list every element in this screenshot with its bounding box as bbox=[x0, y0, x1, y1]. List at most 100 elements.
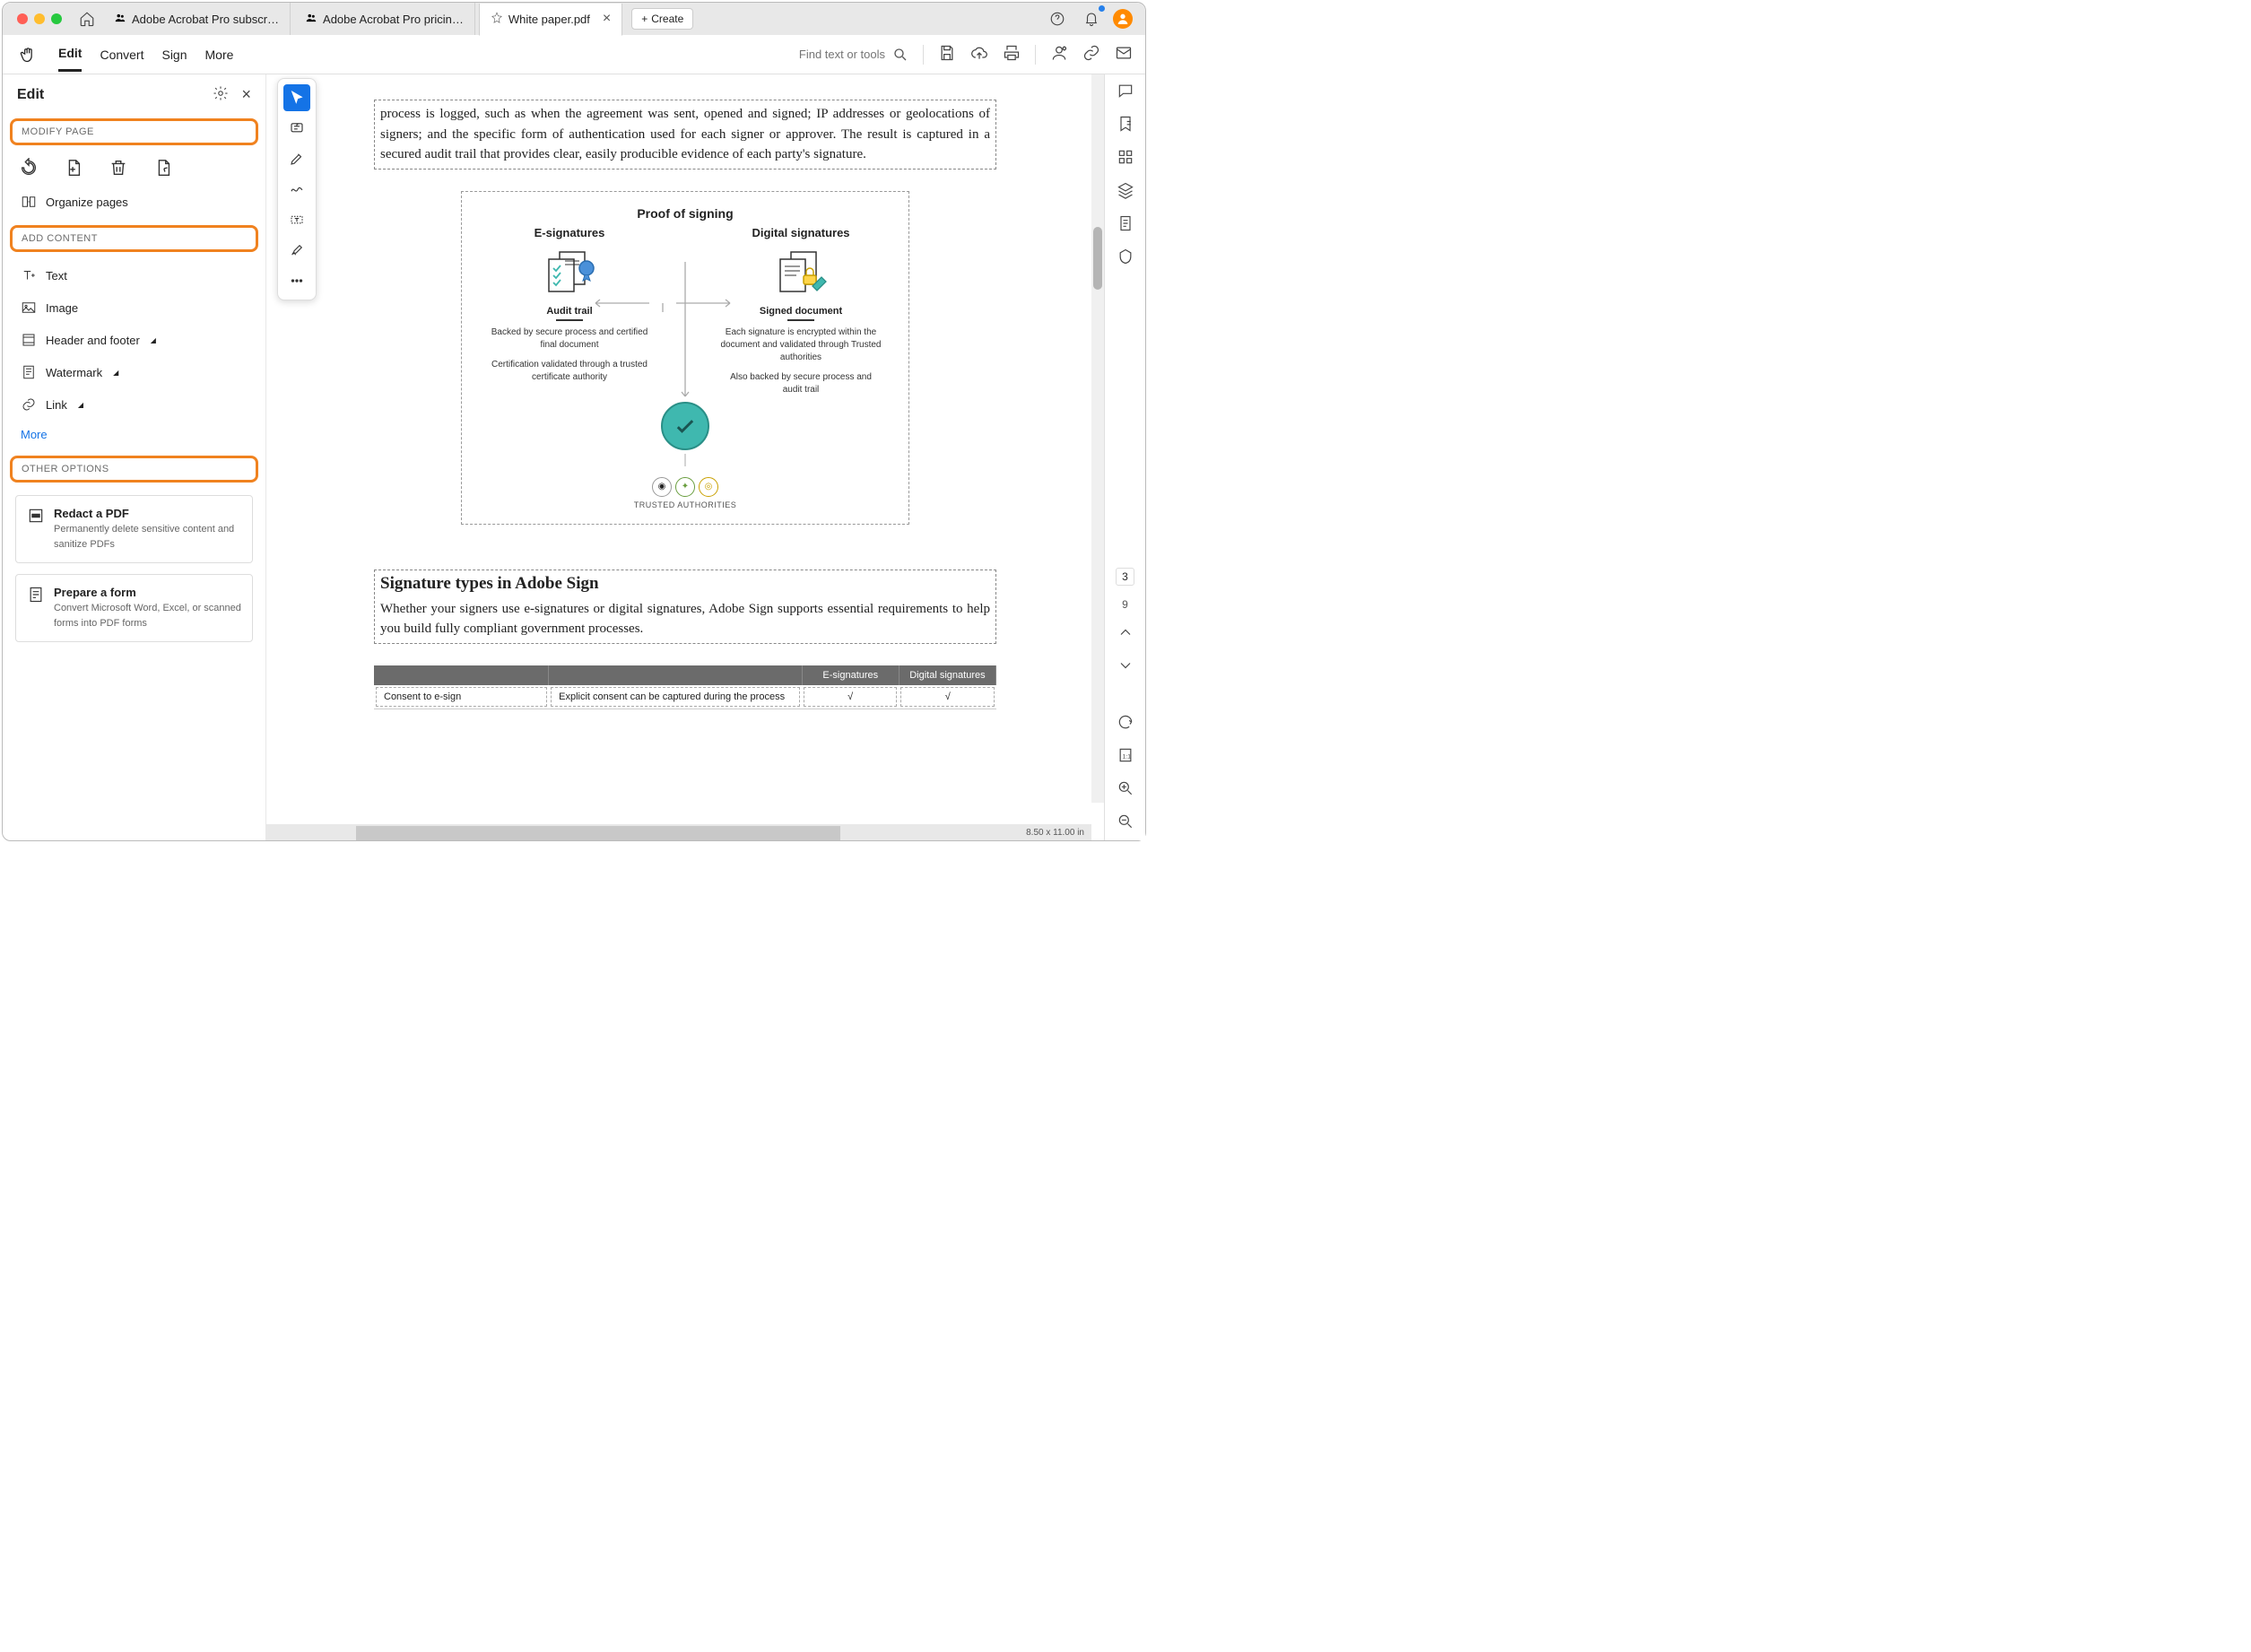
star-icon[interactable] bbox=[491, 12, 503, 27]
textbox-tool-icon[interactable] bbox=[283, 206, 310, 233]
notification-dot bbox=[1099, 5, 1105, 12]
layers-panel-icon[interactable] bbox=[1117, 181, 1134, 202]
print-icon[interactable] bbox=[1003, 44, 1021, 65]
edit-tool[interactable]: Edit bbox=[58, 37, 82, 72]
search-input[interactable] bbox=[778, 48, 885, 61]
help-icon[interactable] bbox=[1045, 6, 1070, 31]
diagram-region[interactable]: Proof of signing E-signatures bbox=[461, 191, 909, 525]
submenu-arrow-icon: ◢ bbox=[78, 401, 83, 409]
td-check-1: √ bbox=[804, 687, 898, 707]
close-sidebar-icon[interactable]: × bbox=[241, 85, 251, 104]
comments-panel-icon[interactable] bbox=[1117, 82, 1134, 102]
add-content-section: ADD CONTENT bbox=[10, 225, 258, 252]
sign-tool[interactable]: Sign bbox=[161, 39, 187, 71]
td-desc: Explicit consent can be captured during … bbox=[551, 687, 800, 707]
delete-page-icon[interactable] bbox=[109, 158, 128, 180]
page-number-input[interactable]: 3 bbox=[1116, 568, 1134, 586]
organize-pages[interactable]: Organize pages bbox=[3, 186, 265, 218]
extract-page-icon[interactable] bbox=[153, 158, 173, 180]
redact-card[interactable]: Redact a PDF Permanently delete sensitiv… bbox=[15, 495, 253, 563]
search-icon bbox=[892, 47, 908, 63]
esig-title: E-signatures bbox=[489, 226, 650, 239]
tab-2[interactable]: Adobe Acrobat Pro pricin… bbox=[294, 3, 475, 35]
tags-panel-icon[interactable] bbox=[1117, 248, 1134, 268]
zoom-out-icon[interactable] bbox=[1117, 813, 1134, 833]
paragraph-1: process is logged, such as when the agre… bbox=[380, 104, 990, 165]
save-icon[interactable] bbox=[938, 44, 956, 65]
page-down-icon[interactable] bbox=[1117, 656, 1134, 677]
share-people-icon[interactable] bbox=[1050, 44, 1068, 65]
th-esig: E-signatures bbox=[803, 665, 900, 685]
zoom-in-icon[interactable] bbox=[1117, 779, 1134, 800]
rotate-icon[interactable] bbox=[19, 158, 39, 180]
tab-1[interactable]: Adobe Acrobat Pro subscr… bbox=[103, 3, 291, 35]
select-tool-icon[interactable] bbox=[283, 84, 310, 111]
create-button[interactable]: + Create bbox=[631, 8, 693, 30]
document-stack-icon bbox=[489, 247, 650, 300]
floating-toolbar bbox=[277, 78, 317, 300]
vertical-scrollbar[interactable] bbox=[1091, 74, 1104, 803]
mail-icon[interactable] bbox=[1115, 44, 1133, 65]
close-tab-icon[interactable]: × bbox=[603, 11, 611, 27]
diagram-center bbox=[658, 226, 712, 405]
link-label: Link bbox=[46, 398, 67, 412]
account-avatar[interactable] bbox=[1113, 9, 1133, 29]
redact-desc: Permanently delete sensitive content and… bbox=[54, 522, 241, 552]
horizontal-scrollbar[interactable] bbox=[356, 826, 840, 840]
page-up-icon[interactable] bbox=[1117, 623, 1134, 644]
th-1 bbox=[374, 665, 549, 685]
right-desc-2: Also backed by secure process and audit … bbox=[720, 371, 882, 396]
rotate-view-icon[interactable] bbox=[1117, 713, 1134, 734]
more-tools-icon[interactable] bbox=[283, 267, 310, 294]
diagram-title: Proof of signing bbox=[489, 206, 882, 221]
page-view[interactable]: process is logged, such as when the agre… bbox=[266, 74, 1104, 840]
minimize-window[interactable] bbox=[34, 13, 45, 24]
svg-text:1:1: 1:1 bbox=[1122, 753, 1131, 760]
right-rail: 3 9 1:1 bbox=[1104, 74, 1145, 840]
link-icon[interactable] bbox=[1082, 44, 1100, 65]
home-button[interactable] bbox=[74, 6, 100, 31]
cloud-upload-icon[interactable] bbox=[970, 44, 988, 65]
th-digsig: Digital signatures bbox=[900, 665, 996, 685]
header-footer[interactable]: Header and footer◢ bbox=[3, 324, 265, 356]
search-box[interactable] bbox=[778, 47, 908, 63]
convert-tool[interactable]: Convert bbox=[100, 39, 143, 71]
more-tool[interactable]: More bbox=[205, 39, 234, 71]
modify-page-actions bbox=[3, 152, 265, 186]
signature-table[interactable]: E-signatures Digital signatures Consent … bbox=[374, 665, 996, 709]
other-options-section: OTHER OPTIONS bbox=[10, 456, 258, 483]
maximize-window[interactable] bbox=[51, 13, 62, 24]
bookmarks-panel-icon[interactable] bbox=[1117, 115, 1134, 135]
tab-3-title: White paper.pdf bbox=[508, 13, 590, 26]
tab-3-active[interactable]: White paper.pdf × bbox=[479, 4, 622, 36]
text-region-2[interactable]: Signature types in Adobe Sign Whether yo… bbox=[374, 570, 996, 644]
table-header-row: E-signatures Digital signatures bbox=[374, 665, 996, 685]
thumbnails-panel-icon[interactable] bbox=[1117, 148, 1134, 169]
draw-tool-icon[interactable] bbox=[283, 176, 310, 203]
highlight-tool-icon[interactable] bbox=[283, 145, 310, 172]
add-link[interactable]: Link ◢ bbox=[3, 388, 265, 421]
close-window[interactable] bbox=[17, 13, 28, 24]
add-image[interactable]: Image bbox=[3, 291, 265, 324]
sign-tool-icon[interactable] bbox=[283, 237, 310, 264]
add-text[interactable]: Text bbox=[3, 259, 265, 291]
watermark[interactable]: Watermark◢ bbox=[3, 356, 265, 388]
comment-tool-icon[interactable] bbox=[283, 115, 310, 142]
submenu-arrow-icon: ◢ bbox=[113, 369, 118, 377]
scroll-thumb[interactable] bbox=[1093, 227, 1102, 290]
notifications-icon[interactable] bbox=[1079, 6, 1104, 31]
authority-icon-3: ◎ bbox=[699, 477, 718, 497]
hand-tool-icon[interactable] bbox=[15, 42, 40, 67]
tab-1-title: Adobe Acrobat Pro subscr… bbox=[132, 13, 279, 26]
insert-page-icon[interactable] bbox=[64, 158, 83, 180]
more-link[interactable]: More bbox=[3, 421, 265, 448]
gear-icon[interactable] bbox=[213, 85, 229, 104]
right-desc-1: Each signature is encrypted within the d… bbox=[720, 326, 882, 364]
connector-line bbox=[684, 454, 686, 466]
fit-width-icon[interactable]: 1:1 bbox=[1117, 746, 1134, 767]
text-region-1[interactable]: process is logged, such as when the agre… bbox=[374, 100, 996, 170]
prepare-form-card[interactable]: Prepare a form Convert Microsoft Word, E… bbox=[15, 574, 253, 642]
plus-icon: + bbox=[641, 13, 647, 25]
sidebar-title: Edit bbox=[17, 87, 44, 103]
attachments-panel-icon[interactable] bbox=[1117, 214, 1134, 235]
